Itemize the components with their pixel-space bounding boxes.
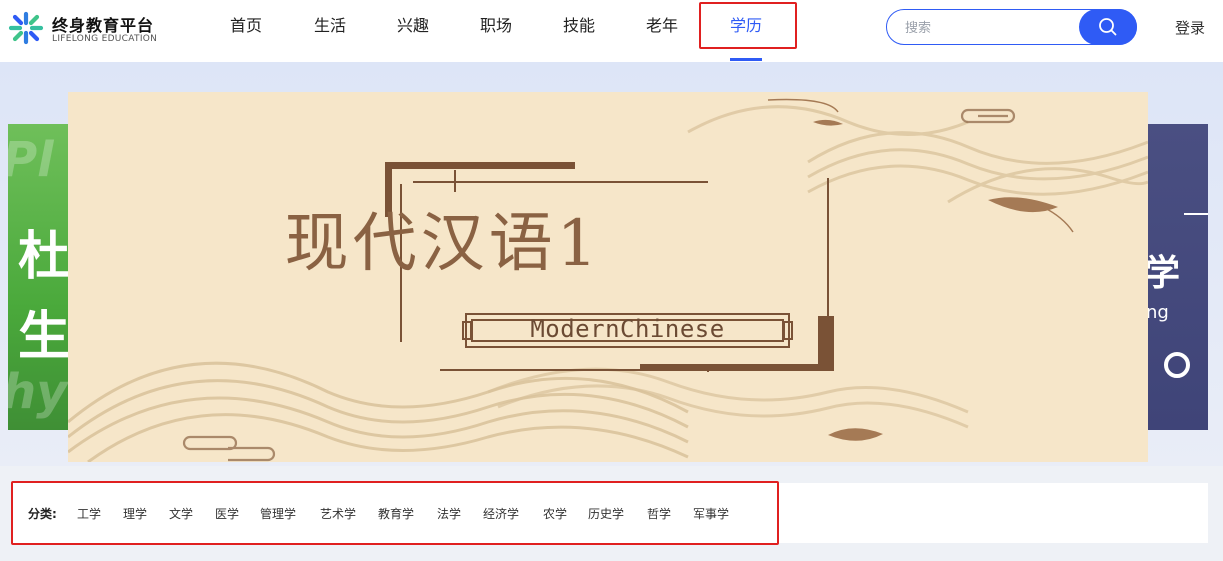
search-button[interactable] — [1079, 9, 1137, 45]
brand-logo[interactable]: 终身教育平台 LIFELONG EDUCATION — [8, 9, 168, 49]
category-engineering[interactable]: 工学 — [77, 505, 101, 522]
prev-slide-char-1: 杜 — [18, 227, 68, 287]
login-link[interactable]: 登录 — [1175, 17, 1205, 38]
category-label: 分类: — [28, 507, 57, 521]
brand-name: 终身教育平台 — [52, 16, 155, 35]
category-philosophy[interactable]: 哲学 — [647, 505, 671, 522]
category-medicine[interactable]: 医学 — [215, 505, 239, 522]
search-box — [886, 9, 1137, 45]
burst-logo-icon — [8, 11, 44, 45]
top-header: 终身教育平台 LIFELONG EDUCATION 首页 生活 兴趣 职场 技能… — [0, 0, 1223, 62]
nav-item-senior[interactable]: 老年 — [646, 12, 678, 36]
carousel-prev-slide[interactable]: Pl 杜 生 hy — [8, 124, 68, 430]
search-input[interactable] — [905, 18, 1075, 38]
carousel-next-slide[interactable]: 学 ng — [1148, 124, 1208, 430]
course-banner[interactable]: 现代汉语1 ModernChinese — [68, 92, 1148, 462]
nav-item-life[interactable]: 生活 — [314, 12, 346, 36]
nav-highlight-box — [699, 2, 797, 49]
brand-subtitle: LIFELONG EDUCATION — [52, 34, 158, 44]
nav-item-home[interactable]: 首页 — [230, 12, 262, 36]
search-icon — [1099, 18, 1117, 36]
slide-decor-text-2: hy — [8, 364, 68, 420]
next-slide-divider — [1184, 213, 1208, 215]
banner-subtitle: ModernChinese — [530, 315, 725, 343]
category-art[interactable]: 艺术学 — [320, 505, 356, 522]
category-literature[interactable]: 文学 — [169, 505, 193, 522]
nav-active-indicator — [730, 58, 762, 61]
category-management[interactable]: 管理学 — [260, 505, 296, 522]
category-history[interactable]: 历史学 — [588, 505, 624, 522]
prev-slide-char-2: 生 — [18, 307, 68, 367]
slide-decor-text: Pl — [8, 132, 54, 188]
next-slide-english: ng — [1148, 302, 1169, 323]
nav-item-interest[interactable]: 兴趣 — [397, 12, 429, 36]
category-law[interactable]: 法学 — [437, 505, 461, 522]
nav-item-skills[interactable]: 技能 — [563, 12, 595, 36]
category-education[interactable]: 教育学 — [378, 505, 414, 522]
ring-icon — [1164, 352, 1190, 378]
category-agriculture[interactable]: 农学 — [543, 505, 567, 522]
category-economics[interactable]: 经济学 — [483, 505, 519, 522]
banner-title: 现代汉语1 — [284, 207, 602, 281]
nav-item-workplace[interactable]: 职场 — [480, 12, 512, 36]
category-science[interactable]: 理学 — [123, 505, 147, 522]
next-slide-char: 学 — [1148, 253, 1181, 294]
category-military[interactable]: 军事学 — [693, 505, 729, 522]
